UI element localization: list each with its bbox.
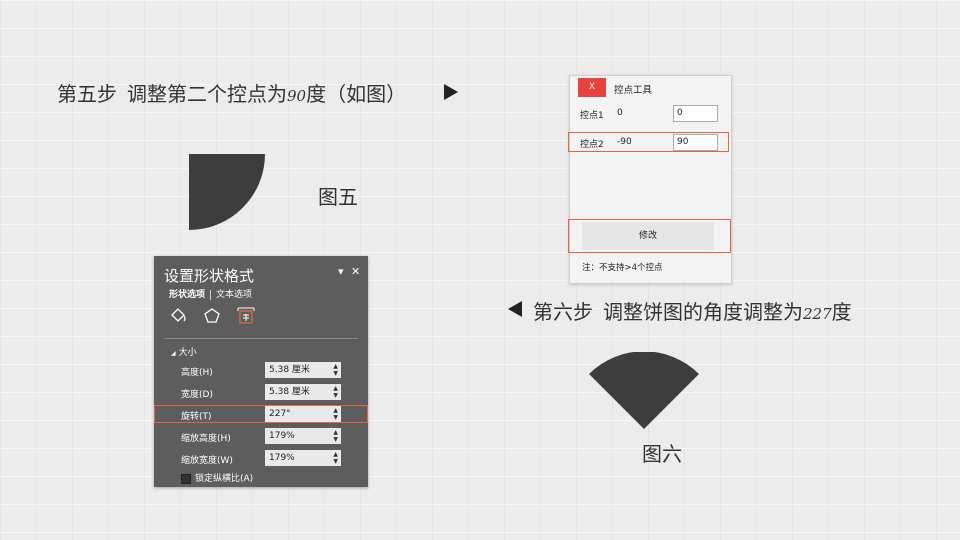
step5-value: 90 — [287, 87, 307, 105]
height-label: 高度(H) — [181, 368, 213, 378]
arrow-left-icon — [508, 301, 522, 317]
format-shape-pane: 设置形状格式 ▾ ✕ 形状选项 文本选项 ◢ 大小 高度(H) 5.38 厘米 ▲ ▼ … — [154, 256, 368, 487]
tab-shape-options[interactable]: 形状选项 — [169, 290, 205, 300]
handle-tool-window: X 控点工具 控点1 0 0 控点2 -90 90 修改 注：不支持>4个控点 — [568, 75, 732, 284]
handle-1-label: 控点1 — [580, 111, 604, 121]
handle-2-input[interactable]: 90 — [673, 134, 718, 151]
spin-arrows-icon[interactable]: ▲ ▼ — [333, 429, 338, 443]
rotation-row: 旋转(T) 227° ▲ ▼ — [181, 406, 346, 422]
tab-text-options[interactable]: 文本选项 — [216, 290, 252, 300]
handle-2-value: -90 — [617, 137, 632, 147]
step6-value: 227 — [803, 305, 832, 323]
scale-height-label: 缩放高度(H) — [181, 434, 231, 444]
handle-2-label: 控点2 — [580, 140, 604, 150]
tool-note: 注：不支持>4个控点 — [582, 263, 663, 273]
step5-heading: 第五步 调整第二个控点为90度（如图） — [57, 78, 406, 107]
width-row: 宽度(D) 5.38 厘米 ▲ ▼ — [181, 384, 346, 400]
step6-prefix: 第六步 — [533, 300, 593, 324]
height-input[interactable]: 5.38 厘米 ▲ ▼ — [265, 362, 341, 378]
step6-heading: 第六步 调整饼图的角度调整为227度 — [533, 296, 852, 325]
checkbox-icon[interactable] — [181, 473, 191, 484]
close-button[interactable]: X — [578, 78, 606, 97]
width-input[interactable]: 5.38 厘米 ▲ ▼ — [265, 384, 341, 400]
figure5-label: 图五 — [318, 185, 358, 209]
size-section-title: 大小 — [178, 348, 197, 358]
handle-row-1: 控点1 0 0 — [580, 105, 726, 122]
spin-arrows-icon[interactable]: ▲ ▼ — [333, 363, 338, 377]
fill-line-icon[interactable] — [169, 307, 187, 329]
rotation-input[interactable]: 227° ▲ ▼ — [265, 406, 341, 422]
lock-aspect-checkbox[interactable]: 锁定纵横比(A) — [181, 471, 253, 484]
rotated-pie-shape — [589, 352, 699, 429]
spin-arrows-icon[interactable]: ▲ ▼ — [333, 385, 338, 399]
handle-row-2: 控点2 -90 90 — [580, 134, 726, 151]
effects-pentagon-icon[interactable] — [203, 307, 221, 329]
size-properties-icon[interactable] — [237, 307, 255, 329]
arrow-right-icon — [444, 84, 458, 100]
scale-height-input[interactable]: 179% ▲ ▼ — [265, 428, 341, 444]
quarter-pie-shape — [189, 154, 265, 230]
lock-aspect-label: 锁定纵横比(A) — [195, 474, 254, 484]
step6-text: 调整饼图的角度调整为 — [603, 300, 803, 324]
spin-arrows-icon[interactable]: ▲ ▼ — [333, 407, 338, 421]
pane-divider — [164, 338, 358, 339]
height-row: 高度(H) 5.38 厘米 ▲ ▼ — [181, 362, 346, 378]
modify-button-highlight — [568, 219, 731, 253]
size-section-header[interactable]: ◢ 大小 — [171, 345, 197, 358]
pane-controls: ▾ ✕ — [338, 265, 360, 278]
pane-icon-bar — [169, 307, 266, 329]
spin-arrows-icon[interactable]: ▲ ▼ — [333, 451, 338, 465]
pane-title: 设置形状格式 — [164, 267, 255, 285]
tool-window-title: 控点工具 — [614, 85, 653, 96]
scale-width-input[interactable]: 179% ▲ ▼ — [265, 450, 341, 466]
step6-suffix: 度 — [831, 300, 852, 324]
scale-height-row: 缩放高度(H) 179% ▲ ▼ — [181, 428, 346, 444]
width-label: 宽度(D) — [181, 390, 213, 400]
rotation-label: 旋转(T) — [181, 412, 212, 422]
step5-suffix: 度（如图） — [306, 82, 407, 106]
close-icon[interactable]: ✕ — [351, 265, 360, 278]
handle-1-value: 0 — [617, 108, 623, 118]
scale-width-row: 缩放宽度(W) 179% ▲ ▼ — [181, 450, 346, 466]
scale-width-label: 缩放宽度(W) — [181, 456, 233, 466]
collapse-arrow-icon: ◢ — [171, 350, 176, 357]
figure6-label: 图六 — [642, 442, 682, 466]
step5-text: 调整第二个控点为 — [127, 82, 287, 106]
handle-1-input[interactable]: 0 — [673, 105, 718, 122]
step5-prefix: 第五步 — [57, 82, 117, 106]
pane-tabs: 形状选项 文本选项 — [169, 287, 252, 300]
chevron-down-icon[interactable]: ▾ — [338, 265, 344, 278]
